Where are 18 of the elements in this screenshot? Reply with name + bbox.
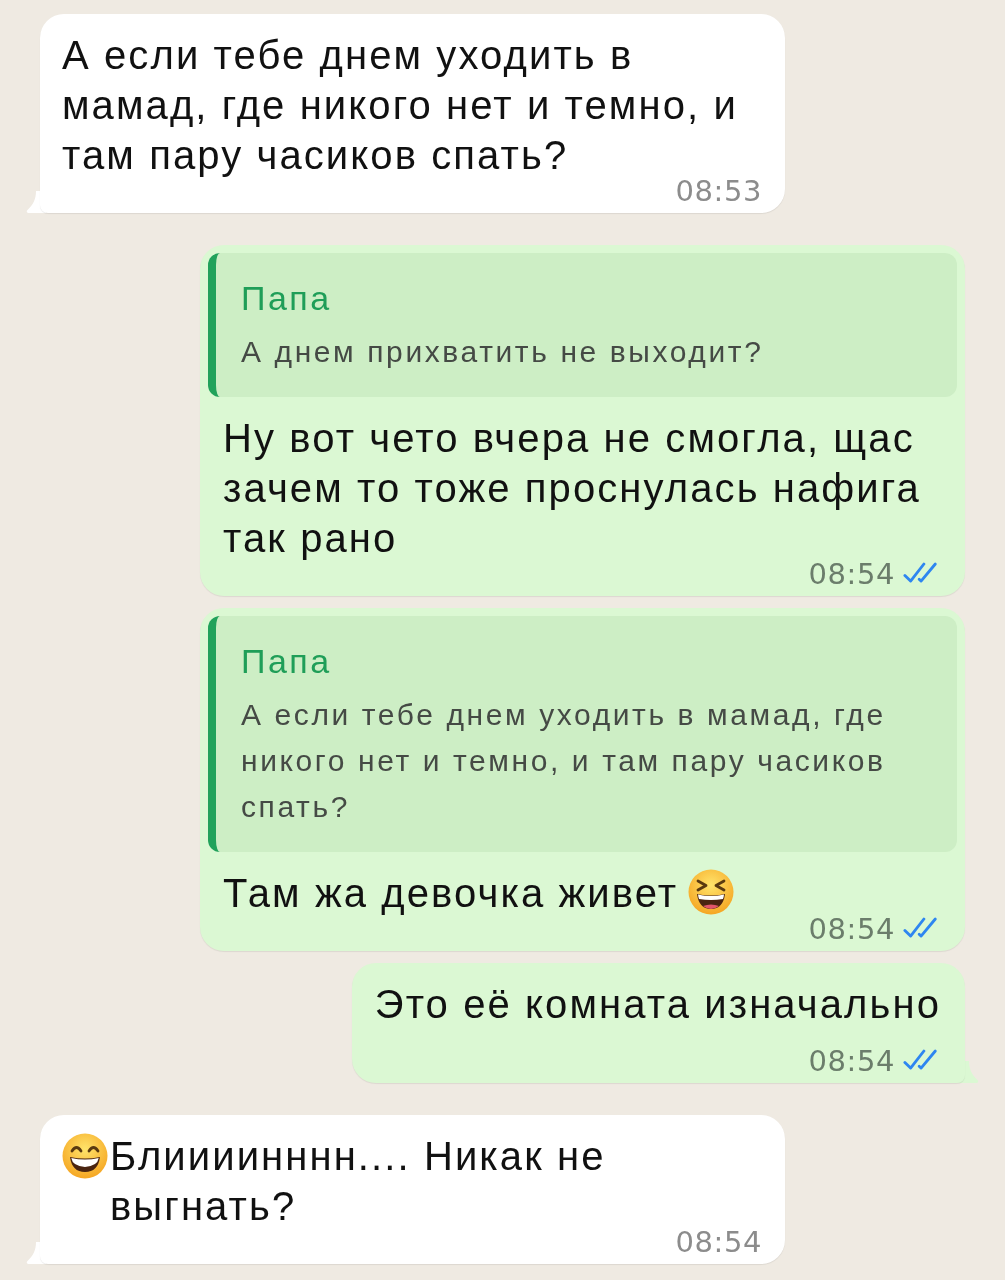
message-text: Ну вот чето вчера не смогла, щас зачем то тоже проснулась нафига так рано <box>223 416 921 560</box>
quote-text: А если тебе днем уходить в мамад, где никого нет и темно, и там пару часиков спать? <box>241 697 887 825</box>
message-text: Там жа девочка живет <box>223 871 679 915</box>
message-time: 08:54 <box>675 1229 762 1254</box>
message-text: А если тебе днем уходить в мамад, где никого нет и темно, и там пару часиков спать? <box>62 33 738 177</box>
message-text: Блиииинннн.... Никак не выгнать? <box>110 1134 606 1228</box>
quote-text: А днем прихватить не выходит? <box>241 334 765 370</box>
quoted-message[interactable]: Папа А днем прихватить не выходит? <box>208 253 957 397</box>
message-time: 08:54 <box>808 916 895 941</box>
message-time: 08:54 <box>808 1048 895 1073</box>
laughing-face-emoji-icon <box>688 869 735 915</box>
message-time: 08:53 <box>675 178 762 203</box>
quoted-message[interactable]: Папа А если тебе днем уходить в мамад, где никого нет и темно, и там пару часиков спать? <box>208 616 957 852</box>
message-text: Это её комната изначально <box>374 982 941 1026</box>
quote-author: Папа <box>241 278 333 319</box>
quote-author: Папа <box>241 641 333 682</box>
grinning-face-emoji-icon <box>62 1133 108 1179</box>
message-time: 08:54 <box>808 561 895 586</box>
